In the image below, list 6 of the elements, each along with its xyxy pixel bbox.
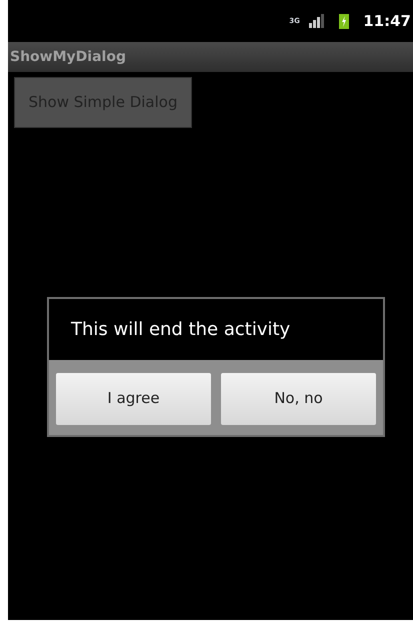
dialog-button[interactable]: I agree	[56, 372, 211, 424]
dialog-message: This will end the activity	[71, 318, 290, 342]
dialog-button[interactable]: No, no	[221, 372, 376, 424]
battery-charging-icon	[339, 13, 350, 29]
app-title: ShowMyDialog	[10, 48, 126, 66]
clock-time: 11:47	[363, 10, 411, 32]
